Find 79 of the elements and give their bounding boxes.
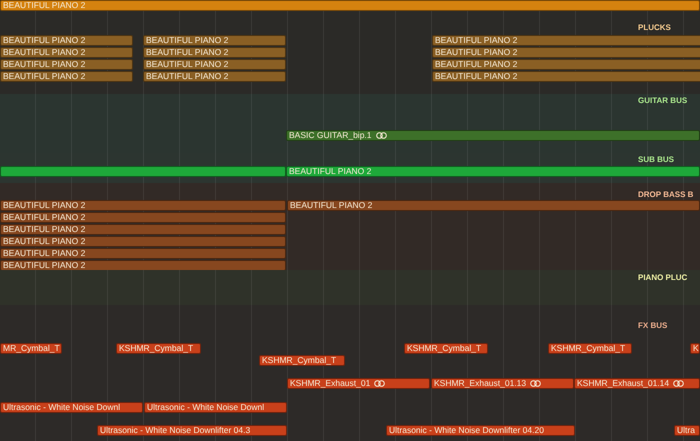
audio-region[interactable]: Ultra bbox=[674, 425, 700, 436]
region-name: BEAUTIFUL PIANO 2 bbox=[146, 72, 228, 81]
region-name: MR_Cymbal_T bbox=[3, 344, 60, 353]
region-name: BEAUTIFUL PIANO 2 bbox=[146, 36, 228, 45]
audio-region[interactable]: BEAUTIFUL PIANO 2 bbox=[0, 224, 286, 235]
region-name: BEAUTIFUL PIANO 2 bbox=[3, 213, 86, 222]
audio-region[interactable]: KSHMR_Cymbal_T bbox=[116, 343, 201, 354]
track-label: SUB BUS bbox=[638, 154, 674, 165]
region-name: BEAUTIFUL PIANO 2 bbox=[289, 167, 372, 176]
audio-region[interactable] bbox=[0, 166, 286, 177]
audio-region[interactable]: BEAUTIFUL PIANO 2 bbox=[432, 59, 700, 70]
region-name: KSHMR_Exhaust_01.13 bbox=[434, 379, 526, 388]
audio-region[interactable]: BEAUTIFUL PIANO 2 bbox=[0, 248, 286, 259]
region-name: BEAUTIFUL PIANO 2 bbox=[3, 201, 86, 210]
region-name: KSHMR_Cymbal_T bbox=[262, 356, 336, 365]
region-name: Ultrasonic - White Noise Downl bbox=[147, 403, 264, 412]
region-name: BEAUTIFUL PIANO 2 bbox=[290, 201, 372, 210]
audio-region[interactable]: BEAUTIFUL PIANO 2 bbox=[0, 200, 286, 211]
region-name: BEAUTIFUL PIANO 2 bbox=[435, 48, 518, 57]
audio-region[interactable]: BEAUTIFUL PIANO 2 bbox=[0, 71, 133, 82]
track-label: PIANO PLUC bbox=[638, 272, 688, 283]
region-name: BEAUTIFUL PIANO 2 bbox=[3, 225, 86, 234]
audio-region[interactable]: Ultrasonic - White Noise Downl bbox=[0, 402, 143, 413]
audio-region[interactable]: BEAUTIFUL PIANO 2 bbox=[286, 166, 700, 177]
region-name: BEAUTIFUL PIANO 2 bbox=[3, 261, 86, 270]
audio-region[interactable]: BEAUTIFUL PIANO 2 bbox=[432, 71, 700, 82]
audio-region[interactable]: BEAUTIFUL PIANO 2 bbox=[143, 47, 286, 58]
region-name: BEAUTIFUL PIANO 2 bbox=[3, 1, 86, 10]
audio-region[interactable]: KSHMR_Cymbal_T bbox=[259, 355, 345, 366]
audio-region[interactable]: BASIC GUITAR_bip.1 bbox=[286, 130, 700, 141]
region-name: BEAUTIFUL PIANO 2 bbox=[3, 237, 86, 246]
region-name: Ultrasonic - White Noise Downl bbox=[3, 403, 120, 412]
audio-region[interactable]: BEAUTIFUL PIANO 2 bbox=[143, 71, 286, 82]
region-name: BEAUTIFUL PIANO 2 bbox=[435, 60, 518, 69]
audio-region[interactable]: BEAUTIFUL PIANO 2 bbox=[0, 236, 286, 247]
audio-region[interactable]: KSHMR_Cymbal_T bbox=[548, 343, 632, 354]
audio-region[interactable]: K bbox=[690, 343, 700, 354]
audio-region[interactable]: Ultrasonic - White Noise Downl bbox=[144, 402, 287, 413]
audio-region[interactable]: BEAUTIFUL PIANO 2 bbox=[143, 35, 286, 46]
audio-region[interactable]: KSHMR_Exhaust_01.13 bbox=[431, 378, 574, 389]
audio-region[interactable]: KSHMR_Exhaust_01.14 bbox=[574, 378, 700, 389]
region-name: BEAUTIFUL PIANO 2 bbox=[146, 60, 228, 69]
region-name: KSHMR_Cymbal_T bbox=[551, 344, 626, 353]
region-name: BEAUTIFUL PIANO 2 bbox=[435, 72, 518, 81]
region-name: K bbox=[693, 344, 699, 353]
audio-region[interactable]: BEAUTIFUL PIANO 2 bbox=[0, 260, 286, 271]
region-name: KSHMR_Cymbal_T bbox=[119, 344, 194, 353]
region-name: BASIC GUITAR_bip.1 bbox=[289, 131, 372, 140]
region-name: BEAUTIFUL PIANO 2 bbox=[3, 72, 86, 81]
region-name: BEAUTIFUL PIANO 2 bbox=[3, 36, 86, 45]
audio-region[interactable]: BEAUTIFUL PIANO 2 bbox=[0, 59, 133, 70]
audio-region[interactable]: Ultrasonic - White Noise Downlifter 04.20 bbox=[386, 425, 575, 436]
region-name: KSHMR_Cymbal_T bbox=[407, 344, 482, 353]
region-name: Ultra bbox=[677, 426, 695, 435]
region-name: KSHMR_Exhaust_01.14 bbox=[577, 379, 670, 388]
track-label: PLUCKS bbox=[638, 22, 671, 33]
audio-region[interactable]: BEAUTIFUL PIANO 2 bbox=[0, 35, 133, 46]
region-name: BEAUTIFUL PIANO 2 bbox=[3, 60, 86, 69]
region-name: BEAUTIFUL PIANO 2 bbox=[435, 36, 518, 45]
region-name: KSHMR_Exhaust_01 bbox=[290, 379, 370, 388]
region-name: Ultrasonic - White Noise Downlifter 04.20 bbox=[389, 426, 544, 435]
audio-region[interactable]: BEAUTIFUL PIANO 2 bbox=[0, 0, 700, 11]
region-name: Ultrasonic - White Noise Downlifter 04.3 bbox=[100, 426, 250, 435]
audio-region[interactable]: BEAUTIFUL PIANO 2 bbox=[0, 212, 286, 223]
region-name: BEAUTIFUL PIANO 2 bbox=[146, 48, 228, 57]
audio-region[interactable]: MR_Cymbal_T bbox=[0, 343, 62, 354]
audio-region[interactable]: BEAUTIFUL PIANO 2 bbox=[432, 35, 700, 46]
audio-region[interactable]: BEAUTIFUL PIANO 2 bbox=[287, 200, 700, 211]
region-name: BEAUTIFUL PIANO 2 bbox=[3, 249, 86, 258]
track-label: GUITAR BUS bbox=[638, 95, 688, 106]
audio-region[interactable]: KSHMR_Exhaust_01 bbox=[287, 378, 430, 389]
audio-region[interactable]: Ultrasonic - White Noise Downlifter 04.3 bbox=[97, 425, 287, 436]
region-name: BEAUTIFUL PIANO 2 bbox=[3, 48, 86, 57]
audio-region[interactable]: BEAUTIFUL PIANO 2 bbox=[0, 47, 133, 58]
audio-region[interactable]: BEAUTIFUL PIANO 2 bbox=[432, 47, 700, 58]
audio-region[interactable]: BEAUTIFUL PIANO 2 bbox=[143, 59, 286, 70]
audio-region[interactable]: KSHMR_Cymbal_T bbox=[404, 343, 488, 354]
track-label: FX BUS bbox=[638, 320, 668, 331]
track-label: DROP BASS B bbox=[638, 189, 694, 200]
